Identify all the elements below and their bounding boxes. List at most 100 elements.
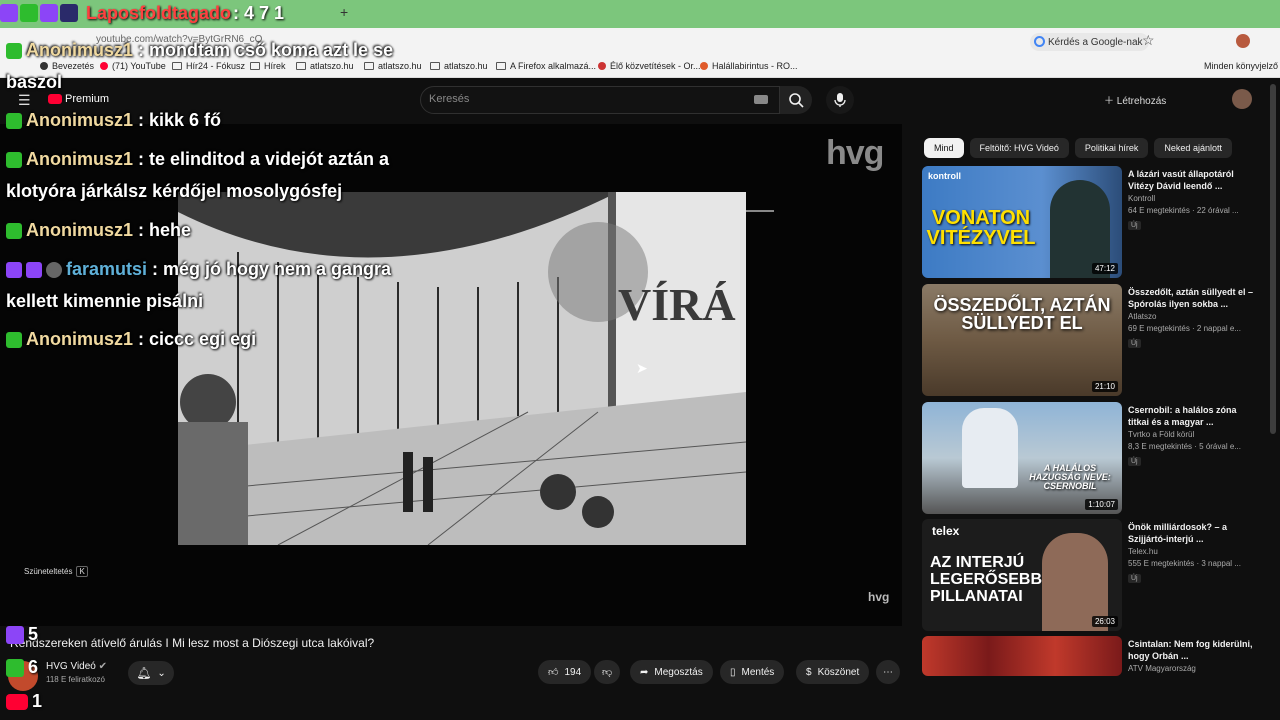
keyboard-icon[interactable] bbox=[754, 95, 768, 104]
kick-icon bbox=[6, 223, 22, 240]
thumbs-down-icon: 👎︎ bbox=[602, 667, 613, 678]
recommendation-item[interactable]: kontroll VONATON VITÉZYVEL 47:12 A lázár… bbox=[922, 166, 1262, 278]
search-icon bbox=[789, 93, 804, 108]
badge-icon bbox=[60, 4, 78, 22]
video-thumbnail[interactable]: A HALÁLOS HAZUGSÁG NEVE: CSERNOBIL 1:10:… bbox=[922, 402, 1122, 514]
youtube-viewer-count: 1 bbox=[6, 691, 42, 712]
video-thumbnail[interactable]: ÖSSZEDŐLT, AZTÁN SÜLLYEDT EL 21:10 bbox=[922, 284, 1122, 396]
kick-viewer-count: 6 bbox=[6, 657, 38, 678]
thumbs-up-icon: 👍︎ bbox=[548, 667, 559, 678]
thumb-text: AZ INTERJÚ LEGERŐSEBB PILLANATAI bbox=[930, 554, 1043, 605]
chat-message: Anonimusz1 : mondtam cső koma azt le se … bbox=[6, 34, 426, 98]
chevron-down-icon: ⌄ bbox=[157, 667, 166, 679]
filter-chips: Mind Feltöltő: HVG Videó Politikai hírek… bbox=[924, 138, 1232, 158]
new-badge: Új bbox=[1128, 221, 1141, 230]
bookmark-item[interactable]: Halállabirintus - RO... bbox=[700, 61, 798, 71]
recommendation-item[interactable]: Csintalan: Nem fog kiderülni, hogy Orbán… bbox=[922, 636, 1262, 676]
site-icon bbox=[700, 62, 708, 70]
duration-badge: 47:12 bbox=[1091, 263, 1118, 274]
duration-badge: 1:10:07 bbox=[1085, 499, 1118, 510]
new-tab-button[interactable]: + bbox=[340, 4, 354, 26]
recommendation-item[interactable]: ÖSSZEDŐLT, AZTÁN SÜLLYEDT EL 21:10 Össze… bbox=[922, 284, 1262, 396]
bookmark-icon: ▯ bbox=[730, 666, 736, 678]
new-badge: Új bbox=[1128, 339, 1141, 348]
chat-message: Anonimusz1 : hehe bbox=[6, 214, 426, 246]
person-figure bbox=[962, 408, 1018, 488]
hvg-watermark: hvg bbox=[826, 134, 884, 172]
folder-icon bbox=[430, 62, 440, 70]
bookmark-item[interactable]: A Firefox alkalmazá... bbox=[496, 61, 596, 71]
like-button[interactable]: 👍︎ 194 bbox=[538, 660, 592, 684]
video-title: Rendszereken átívelő árulás I Mi lesz mo… bbox=[10, 636, 375, 650]
video-edge-line bbox=[746, 210, 774, 212]
search-button[interactable] bbox=[780, 86, 812, 114]
verified-icon: ✔ bbox=[98, 661, 108, 672]
dislike-button[interactable]: 👎︎ bbox=[594, 660, 621, 684]
chip-political-news[interactable]: Politikai hírek bbox=[1074, 138, 1149, 158]
rec-channel[interactable]: ATV Magyarország bbox=[1128, 664, 1196, 673]
thanks-button[interactable]: $ Köszönet bbox=[796, 660, 870, 684]
video-thumbnail[interactable] bbox=[922, 636, 1122, 676]
rec-title[interactable]: A lázári vasút állapotáról Vitézy Dávid … bbox=[1128, 168, 1258, 192]
kick-icon bbox=[6, 113, 22, 130]
mouse-cursor-icon: ➤ bbox=[636, 360, 648, 376]
new-badge: Új bbox=[1128, 457, 1141, 466]
page-scrollbar[interactable] bbox=[1270, 84, 1276, 434]
thumb-text: ÖSSZEDŐLT, AZTÁN SÜLLYEDT EL bbox=[933, 295, 1111, 333]
chat-username: Anonimusz1 bbox=[26, 110, 134, 130]
rec-channel[interactable]: Kontroll bbox=[1128, 194, 1155, 203]
kick-icon bbox=[20, 4, 38, 22]
twitch-icon bbox=[6, 625, 24, 644]
ticker-value: : 4 7 1 bbox=[233, 2, 285, 23]
chat-username: faramutsi bbox=[66, 259, 148, 279]
rec-title[interactable]: Összedőlt, aztán süllyedt el – Spórolás … bbox=[1128, 286, 1258, 310]
channel-name[interactable]: HVG Videó ✔ bbox=[46, 661, 107, 672]
more-actions-button[interactable]: ⋯ bbox=[876, 660, 900, 684]
profile-avatar[interactable] bbox=[1236, 34, 1250, 48]
share-button[interactable]: ➦ Megosztás bbox=[630, 660, 713, 684]
kick-icon bbox=[6, 658, 24, 677]
hvg-small-watermark: hvg bbox=[868, 590, 890, 604]
subscriber-count: 118 E feliratkozó bbox=[46, 675, 105, 684]
voice-search-button[interactable] bbox=[826, 86, 854, 114]
chip-uploader[interactable]: Feltöltő: HVG Videó bbox=[969, 138, 1069, 158]
bookmark-star-icon[interactable]: ☆ bbox=[1142, 32, 1155, 49]
youtube-icon bbox=[6, 693, 28, 710]
star-icon bbox=[40, 4, 58, 22]
rec-title[interactable]: Csernobil: a halálos zóna titkai és a ma… bbox=[1128, 404, 1258, 428]
badge-icon bbox=[46, 262, 62, 279]
rec-meta: 8,3 E megtekintés · 5 órával e... bbox=[1128, 442, 1241, 451]
ask-google-label: Kérdés a Google-nak bbox=[1048, 36, 1143, 48]
rec-meta: 555 E megtekintés · 3 nappal ... bbox=[1128, 559, 1241, 568]
rec-title[interactable]: Önök milliárdosok? – a Szijjártó-interjú… bbox=[1128, 521, 1258, 545]
stream-ticker: Laposfoldtagado : 4 7 1 bbox=[0, 0, 284, 26]
notification-bell-button[interactable]: 🔔︎ ⌄ bbox=[128, 661, 174, 685]
chip-all[interactable]: Mind bbox=[924, 138, 964, 158]
rec-title[interactable]: Csintalan: Nem fog kiderülni, hogy Orbán… bbox=[1128, 638, 1258, 662]
share-icon: ➦ bbox=[640, 666, 649, 678]
chat-text: : ciccc egi egi bbox=[133, 329, 257, 349]
rec-channel[interactable]: Telex.hu bbox=[1128, 547, 1158, 556]
bookmark-item[interactable]: atlatszo.hu bbox=[430, 61, 488, 71]
duration-badge: 26:03 bbox=[1091, 616, 1118, 627]
video-thumbnail[interactable]: telex AZ INTERJÚ LEGERŐSEBB PILLANATAI 2… bbox=[922, 519, 1122, 631]
video-thumbnail[interactable]: kontroll VONATON VITÉZYVEL 47:12 bbox=[922, 166, 1122, 278]
recommendation-item[interactable]: A HALÁLOS HAZUGSÁG NEVE: CSERNOBIL 1:10:… bbox=[922, 402, 1262, 514]
ask-google-button[interactable]: Kérdés a Google-nak bbox=[1030, 33, 1149, 51]
kick-icon bbox=[6, 43, 22, 60]
rec-channel[interactable]: Atlatszo bbox=[1128, 312, 1156, 321]
user-avatar[interactable] bbox=[1232, 89, 1252, 109]
rec-channel[interactable]: Tvrtko a Föld körül bbox=[1128, 430, 1194, 439]
ticker-username: Laposfoldtagado bbox=[86, 2, 231, 23]
bell-icon: 🔔︎ bbox=[136, 666, 152, 680]
chat-message: Anonimusz1 : kikk 6 fő bbox=[6, 104, 426, 136]
microphone-icon bbox=[834, 93, 846, 107]
create-button[interactable]: ＋ Létrehozás bbox=[1104, 92, 1166, 107]
recommendation-item[interactable]: telex AZ INTERJÚ LEGERŐSEBB PILLANATAI 2… bbox=[922, 519, 1262, 631]
chip-recommended[interactable]: Neked ajánlott bbox=[1154, 138, 1232, 158]
save-button[interactable]: ▯ Mentés bbox=[720, 660, 785, 684]
chat-username: Anonimusz1 bbox=[26, 220, 134, 240]
search-input[interactable]: Keresés bbox=[420, 86, 780, 114]
all-bookmarks[interactable]: Minden könyvjelző bbox=[1204, 61, 1278, 71]
bookmark-item[interactable]: Élő közvetítések - Or... bbox=[598, 61, 701, 71]
